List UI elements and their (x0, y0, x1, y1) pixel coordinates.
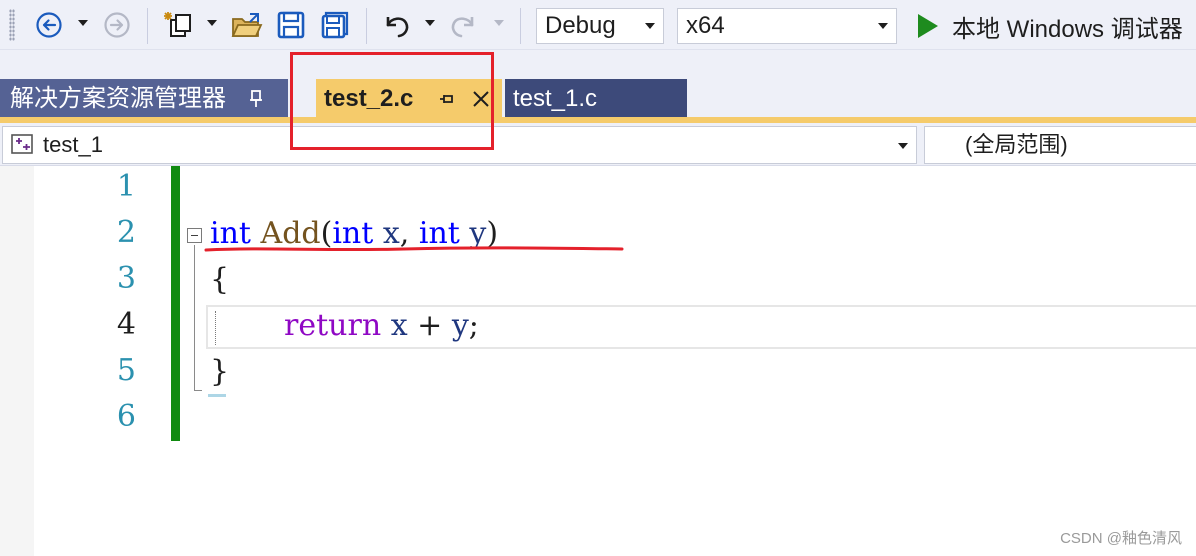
project-icon (11, 134, 33, 154)
indent-guide (215, 311, 216, 345)
tab-other-file-label: test_1.c (513, 85, 598, 112)
watermark: CSDN @釉色清风 (1060, 530, 1182, 547)
toolbar-separator (366, 8, 367, 44)
fold-guide-end (194, 390, 202, 391)
change-tracking-bar (171, 166, 180, 441)
project-value: test_1 (43, 132, 103, 157)
line-number: 2 (116, 215, 136, 250)
save-all-icon[interactable] (318, 8, 352, 42)
navigation-bar: test_1 (全局范围) (0, 124, 1196, 166)
chevron-down-icon (898, 143, 908, 149)
open-folder-icon[interactable] (228, 8, 266, 42)
identifier: x (390, 308, 408, 343)
code-line-5[interactable]: } (210, 354, 229, 389)
back-icon[interactable] (32, 8, 66, 42)
undo-icon[interactable] (378, 8, 414, 42)
back-dropdown-icon[interactable] (78, 20, 88, 26)
main-toolbar: Debug x64 本地 Windows 调试器 (0, 0, 1196, 50)
code-editor[interactable]: 1 2 3 4 5 6 int Add(int x, int y) { retu… (0, 166, 1196, 556)
punctuation: ; (468, 308, 479, 343)
active-tab-underline (0, 117, 1196, 123)
line-number: 6 (116, 399, 136, 434)
brace-match-marker (208, 394, 226, 397)
toolbar-separator (520, 8, 521, 44)
configuration-select[interactable]: Debug (536, 8, 664, 44)
start-debugging-button[interactable]: 本地 Windows 调试器 (912, 8, 1183, 44)
toolbar-separator (147, 8, 148, 44)
forward-icon[interactable] (100, 8, 134, 42)
red-box-annotation (290, 52, 494, 150)
pin-icon[interactable] (248, 89, 264, 114)
keyword: return (284, 308, 382, 343)
line-number: 5 (116, 353, 136, 388)
tab-other-file[interactable]: test_1.c (505, 79, 687, 119)
tab-solution-explorer[interactable]: 解决方案资源管理器 (0, 79, 288, 119)
close-brace: } (210, 354, 230, 389)
collapse-icon[interactable] (187, 228, 202, 243)
configuration-value: Debug (545, 12, 616, 39)
tab-solution-explorer-label: 解决方案资源管理器 (10, 85, 226, 112)
line-number: 3 (116, 261, 136, 296)
chevron-down-icon (645, 23, 655, 29)
platform-value: x64 (686, 12, 725, 39)
open-brace: { (210, 262, 230, 297)
undo-dropdown-icon[interactable] (425, 20, 435, 26)
identifier: y (451, 308, 469, 343)
fold-guide-line (194, 245, 195, 390)
toolbar-grip[interactable] (9, 9, 15, 41)
redo-icon[interactable] (446, 8, 482, 42)
save-icon[interactable] (274, 8, 308, 42)
line-number-current: 4 (116, 307, 136, 342)
redo-dropdown-icon[interactable] (494, 20, 504, 26)
new-project-dropdown-icon[interactable] (207, 20, 217, 26)
code-line-3[interactable]: { (210, 262, 229, 297)
scope-select[interactable]: (全局范围) (924, 126, 1196, 164)
document-tab-strip: 解决方案资源管理器 test_2.c test_1.c (0, 50, 1196, 124)
chevron-down-icon (878, 23, 888, 29)
line-number: 1 (116, 169, 136, 204)
glyph-margin (0, 166, 34, 556)
start-debugging-label: 本地 Windows 调试器 (952, 15, 1183, 43)
scope-value: (全局范围) (965, 132, 1068, 157)
new-project-icon[interactable] (160, 8, 198, 42)
platform-select[interactable]: x64 (677, 8, 897, 44)
red-underline-annotation (204, 246, 624, 252)
play-icon (918, 14, 938, 38)
operator: + (407, 308, 452, 343)
code-line-4[interactable]: return x + y; (284, 308, 479, 343)
